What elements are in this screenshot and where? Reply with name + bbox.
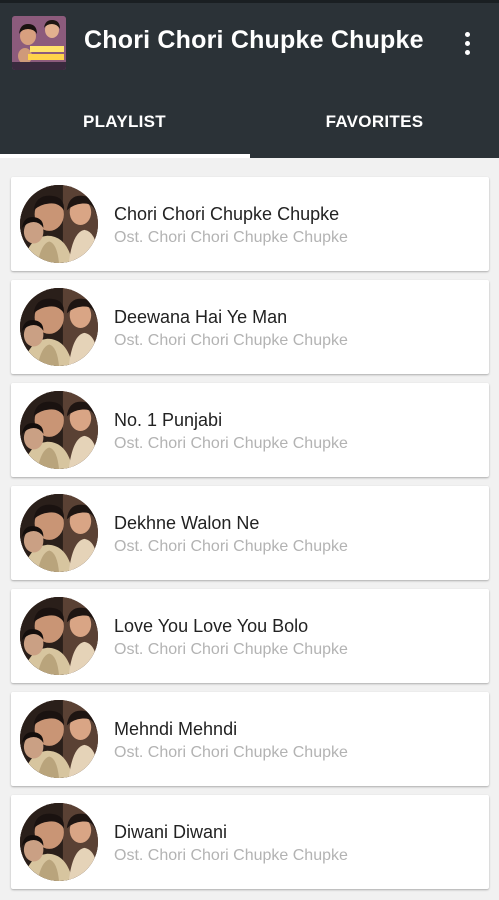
song-subtitle: Ost. Chori Chori Chupke Chupke (114, 435, 348, 452)
list-item[interactable]: Deewana Hai Ye Man Ost. Chori Chori Chup… (11, 280, 489, 374)
status-bar (0, 0, 499, 3)
album-art-icon (20, 700, 98, 778)
album-art-icon (20, 288, 98, 366)
album-art-icon (20, 803, 98, 881)
tab-indicator (0, 154, 250, 158)
list-item[interactable]: No. 1 Punjabi Ost. Chori Chori Chupke Ch… (11, 383, 489, 477)
album-art-icon (20, 185, 98, 263)
song-list: Chori Chori Chupke Chupke Ost. Chori Cho… (11, 177, 489, 898)
song-subtitle: Ost. Chori Chori Chupke Chupke (114, 847, 348, 864)
album-art-icon (20, 391, 98, 469)
app-bar: Chori Chori Chupke Chupke PLAYLIST FAVOR… (0, 0, 499, 158)
song-subtitle: Ost. Chori Chori Chupke Chupke (114, 229, 348, 246)
song-subtitle: Ost. Chori Chori Chupke Chupke (114, 538, 348, 555)
movie-poster-icon (12, 16, 66, 70)
list-item[interactable]: Chori Chori Chupke Chupke Ost. Chori Cho… (11, 177, 489, 271)
song-subtitle: Ost. Chori Chori Chupke Chupke (114, 744, 348, 761)
song-title: Love You Love You Bolo (114, 616, 309, 636)
song-title: Mehndi Mehndi (114, 719, 238, 739)
album-art-icon (20, 597, 98, 675)
album-art-icon (20, 494, 98, 572)
song-subtitle: Ost. Chori Chori Chupke Chupke (114, 641, 348, 658)
song-title: Deewana Hai Ye Man (114, 307, 288, 327)
list-item[interactable]: Love You Love You Bolo Ost. Chori Chori … (11, 589, 489, 683)
tab-favorites[interactable]: FAVORITES (250, 86, 499, 158)
list-item[interactable]: Mehndi Mehndi Ost. Chori Chori Chupke Ch… (11, 692, 489, 786)
list-item[interactable]: Dekhne Walon Ne Ost. Chori Chori Chupke … (11, 486, 489, 580)
list-item[interactable]: Diwani Diwani Ost. Chori Chori Chupke Ch… (11, 795, 489, 889)
more-vert-icon[interactable] (452, 28, 482, 58)
song-title: Dekhne Walon Ne (114, 513, 260, 533)
tab-playlist[interactable]: PLAYLIST (0, 86, 249, 158)
song-title: Diwani Diwani (114, 822, 228, 842)
app-title: Chori Chori Chupke Chupke (84, 26, 424, 54)
song-subtitle: Ost. Chori Chori Chupke Chupke (114, 332, 348, 349)
song-title: Chori Chori Chupke Chupke (114, 204, 340, 224)
song-title: No. 1 Punjabi (114, 410, 223, 430)
